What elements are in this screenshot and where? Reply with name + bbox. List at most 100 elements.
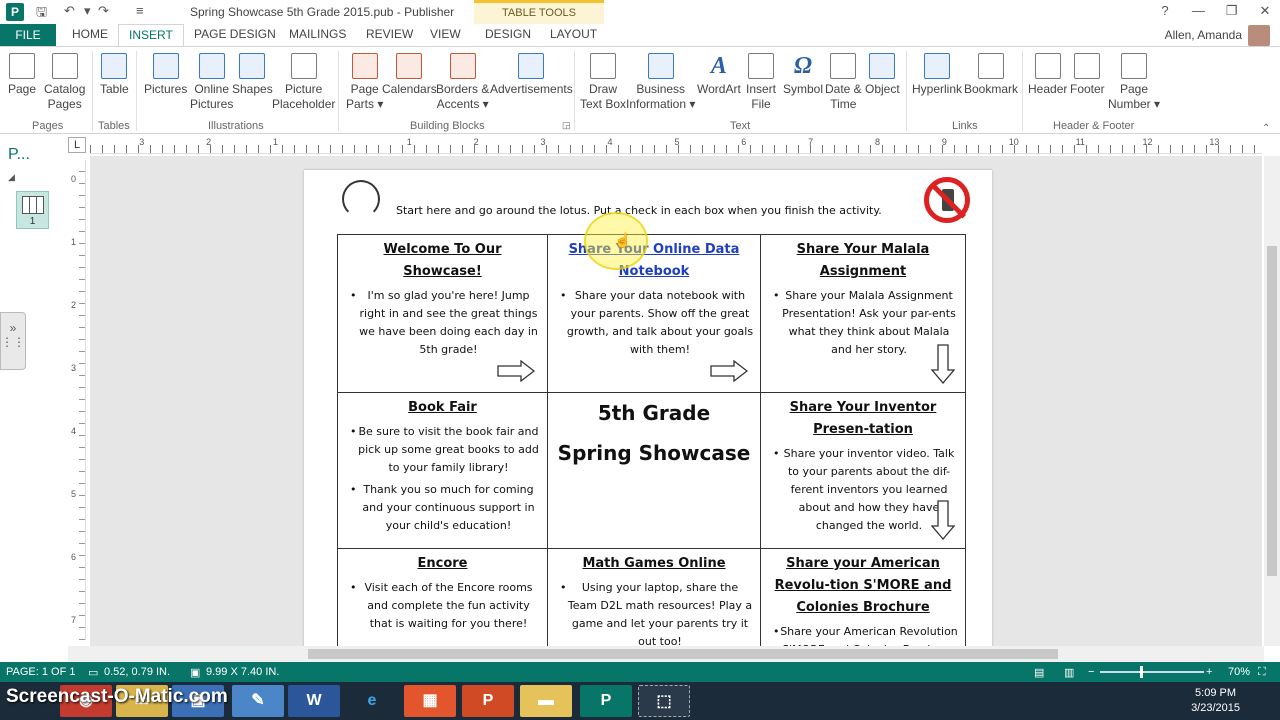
insert-file-button[interactable]: Insert File (746, 53, 776, 112)
customize-qat-icon[interactable]: ≡ (136, 3, 144, 18)
sticky-notes-icon[interactable]: ✎ (232, 685, 284, 717)
page-button[interactable]: Page (8, 53, 36, 97)
cell-american-revolution[interactable]: Share your American Revolu-tion S'MORE a… (760, 548, 966, 646)
dialog-launcher-icon[interactable]: ◲ (562, 120, 571, 131)
app-grid-icon[interactable]: ▦ (404, 685, 456, 717)
undo-icon[interactable]: ↶ (64, 3, 75, 19)
ruler-number: 1 (71, 237, 77, 247)
publisher-app-icon[interactable]: P (6, 3, 24, 21)
publisher-icon[interactable]: P (580, 685, 632, 717)
zoom-slider-thumb[interactable] (1140, 666, 1143, 678)
tab-page-design[interactable]: PAGE DESIGN (194, 27, 276, 41)
publication-page[interactable]: Start here and go around the lotus. Put … (304, 170, 992, 646)
catalog-pages-button[interactable]: Catalog Pages (44, 53, 85, 112)
zoom-in-icon[interactable]: + (1206, 666, 1212, 678)
cell-malala[interactable]: Share Your Malala Assignment Share your … (760, 234, 966, 393)
tab-review[interactable]: REVIEW (366, 27, 413, 41)
ruler-number: 2 (71, 300, 77, 310)
cell-welcome[interactable]: Welcome To Our Showcase! I'm so glad you… (337, 234, 548, 393)
tab-layout[interactable]: LAYOUT (550, 27, 597, 41)
borders-accents-button[interactable]: Borders & Accents ▾ (436, 53, 489, 112)
advertisements-icon (518, 53, 545, 79)
undo-dropdown-icon[interactable]: ▾ (84, 3, 91, 19)
fit-page-icon[interactable]: ⛶ (1258, 666, 1266, 679)
ruler-number: 3 (71, 363, 77, 373)
tab-insert[interactable]: INSERT (118, 24, 184, 47)
scrollbar-thumb[interactable] (1267, 246, 1277, 576)
single-page-view-icon[interactable]: ▤ (1034, 666, 1044, 679)
object-button[interactable]: Object (865, 53, 900, 97)
cell-data-notebook[interactable]: Share Your Online Data Notebook Share yo… (547, 234, 761, 393)
word-icon[interactable]: W (288, 685, 340, 717)
system-clock[interactable]: 5:09 PM 3/23/2015 (1191, 686, 1240, 716)
expand-pane-handle[interactable]: » ⋮⋮ (0, 312, 26, 370)
folder-icon[interactable]: ▬ (520, 685, 572, 717)
group-label-links: Links (952, 120, 978, 132)
collapse-ribbon-icon[interactable]: ⌃ (1262, 123, 1270, 134)
page-indicator[interactable]: PAGE: 1 OF 1 (6, 666, 76, 678)
user-name[interactable]: Allen, Amanda (1165, 28, 1242, 42)
advertisements-button[interactable]: Advertisements (490, 53, 573, 97)
vertical-scrollbar[interactable] (1264, 156, 1280, 646)
collapse-triangle-icon[interactable]: ◢ (8, 172, 15, 183)
header-button[interactable]: Header (1028, 53, 1067, 97)
cell-title-link[interactable]: Notebook (554, 261, 754, 283)
redo-icon[interactable]: ↷ (98, 3, 109, 19)
draw-text-box-button[interactable]: Draw Text Box (580, 53, 626, 112)
cell-title: Book Fair (408, 400, 477, 415)
close-button[interactable]: ✕ (1250, 0, 1280, 22)
cell-inventor[interactable]: Share Your Inventor Presen-tation Share … (760, 392, 966, 549)
wordart-button[interactable]: A WordArt (697, 53, 741, 97)
online-pictures-button[interactable]: Online Pictures (190, 53, 233, 112)
pictures-button[interactable]: Pictures (144, 53, 187, 97)
powerpoint-icon[interactable]: P (462, 685, 514, 717)
scrollbar-thumb[interactable] (308, 649, 1058, 659)
internet-explorer-icon[interactable]: e (346, 685, 398, 717)
picture-placeholder-button[interactable]: Picture Placeholder (272, 53, 335, 112)
date-time-button[interactable]: Date & Time (825, 53, 862, 112)
footer-button[interactable]: Footer (1070, 53, 1105, 97)
restore-button[interactable]: ❐ (1217, 0, 1247, 22)
tab-design[interactable]: DESIGN (485, 27, 531, 41)
page-parts-button[interactable]: Page Parts ▾ (346, 53, 383, 112)
cell-encore[interactable]: Encore Visit each of the Encore rooms an… (337, 548, 548, 646)
page-navigation-title[interactable]: P... (8, 146, 30, 164)
business-information-button[interactable]: Business Information ▾ (626, 53, 695, 112)
tab-file[interactable]: FILE (0, 24, 56, 46)
tab-stop-selector[interactable]: L (68, 137, 86, 153)
avatar[interactable] (1248, 25, 1270, 46)
zoom-slider[interactable] (1100, 671, 1204, 673)
tab-home[interactable]: HOME (72, 27, 108, 41)
snipping-tool-icon[interactable]: ⬚ (638, 685, 690, 717)
horizontal-ruler[interactable]: 3 2 1 1 2 3 4 5 6 7 8 9 10 11 12 13 (90, 137, 1262, 154)
lotus-table[interactable]: Welcome To Our Showcase! I'm so glad you… (337, 234, 966, 646)
vertical-ruler[interactable]: 0 1 2 3 4 5 6 7 (68, 160, 86, 640)
bookmark-button[interactable]: Bookmark (964, 53, 1018, 97)
tab-mailings[interactable]: MAILINGS (289, 27, 346, 41)
calendars-button[interactable]: Calendars (382, 53, 437, 97)
zoom-out-icon[interactable]: − (1088, 666, 1094, 678)
cell-center-title[interactable]: 5th Grade Spring Showcase (547, 392, 761, 549)
chevron-right-icon: » (9, 321, 17, 335)
minimize-button[interactable]: — (1183, 0, 1213, 22)
save-icon[interactable]: 🖫 (36, 3, 47, 25)
document-workspace[interactable]: Start here and go around the lotus. Put … (90, 156, 1262, 646)
object-icon (869, 53, 896, 79)
hyperlink-button[interactable]: Hyperlink (912, 53, 962, 97)
symbol-button[interactable]: Ω Symbol (783, 53, 823, 97)
horizontal-scrollbar[interactable] (68, 646, 1264, 662)
object-size: 9.99 X 7.40 IN. (206, 666, 280, 678)
zoom-level[interactable]: 70% (1228, 666, 1250, 678)
page-thumbnail[interactable]: 1 (16, 191, 49, 229)
two-page-view-icon[interactable]: ▥ (1064, 666, 1074, 679)
tab-view[interactable]: VIEW (430, 27, 461, 41)
shapes-button[interactable]: Shapes (232, 53, 273, 97)
ruler-number: 2 (206, 137, 212, 147)
table-button[interactable]: Table (100, 53, 129, 97)
instruction-text[interactable]: Start here and go around the lotus. Put … (396, 204, 882, 217)
help-button[interactable]: ? (1150, 0, 1180, 22)
cell-book-fair[interactable]: Book Fair Be sure to visit the book fair… (337, 392, 548, 549)
cell-math-games[interactable]: Math Games Online Using your laptop, sha… (547, 548, 761, 646)
page-number-button[interactable]: Page Number ▾ (1108, 53, 1160, 112)
ruler-number: 5 (674, 137, 680, 147)
